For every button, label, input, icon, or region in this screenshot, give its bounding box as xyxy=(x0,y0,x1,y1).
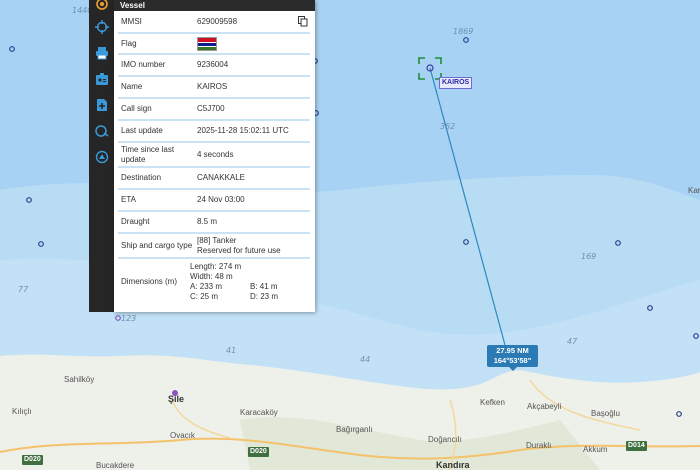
depth-label: 352 xyxy=(440,122,456,131)
ship-type-desc: Reserved for future use xyxy=(197,245,281,255)
info-row-time-since: Time since last update 4 seconds xyxy=(118,143,310,168)
info-row-imo: IMO number 9236004 xyxy=(118,55,310,77)
info-row-draught: Draught 8.5 m xyxy=(118,212,310,234)
depth-label: 1869 xyxy=(453,27,474,36)
place-label: Şile xyxy=(168,394,185,404)
row-key: ETA xyxy=(121,195,136,204)
depth-label: 169 xyxy=(581,252,597,261)
row-key: Call sign xyxy=(121,104,152,113)
panel-title: Vessel xyxy=(114,0,315,11)
row-value: CANAKKALE xyxy=(197,173,246,182)
place-label: Doğancılı xyxy=(428,435,462,444)
place-label: Kandıra xyxy=(436,460,470,470)
place-label: Başoğlu xyxy=(591,409,620,418)
info-row-name: Name KAIROS xyxy=(118,77,310,99)
depth-label: 44 xyxy=(360,355,371,364)
road-shield: D020 xyxy=(248,447,269,457)
depth-label: 77 xyxy=(18,285,29,294)
row-value: 629009598 xyxy=(197,16,238,26)
route-icon[interactable] xyxy=(89,118,114,144)
depth-label: 123 xyxy=(121,314,137,323)
info-row-callsign: Call sign C5J700 xyxy=(118,99,310,121)
info-row-dimensions: Dimensions (m) Length: 274 m Width: 48 m… xyxy=(118,259,310,305)
vessel-toolbar xyxy=(89,0,114,312)
printer-icon[interactable] xyxy=(89,40,114,66)
vessel-info-panel: Vessel MMSI 629009598 Flag IMO number 92… xyxy=(114,0,315,312)
place-label: Akçabeyli xyxy=(527,402,562,411)
id-card-icon[interactable] xyxy=(89,66,114,92)
dim-width: Width: 48 m xyxy=(190,272,233,281)
place-label: Kar xyxy=(688,186,700,195)
vessel-map-label[interactable]: KAIROS xyxy=(439,77,473,89)
depth-label: 47 xyxy=(567,337,578,346)
info-row-ship-type: Ship and cargo type [88] Tanker Reserved… xyxy=(118,234,310,259)
row-key: Flag xyxy=(121,38,137,48)
place-label: Kefken xyxy=(480,398,505,407)
road-shield: D014 xyxy=(626,441,647,451)
dim-a: A: 233 m xyxy=(190,282,223,291)
info-row-mmsi: MMSI 629009598 xyxy=(118,11,310,34)
place-label: Karacaköy xyxy=(240,408,278,417)
row-key: Last update xyxy=(121,126,163,135)
row-value: 8.5 m xyxy=(197,217,218,226)
target-icon[interactable] xyxy=(89,0,114,12)
distance-value: 27.95 NM xyxy=(496,346,529,355)
depth-label: 41 xyxy=(226,346,237,355)
row-key: Ship and cargo type xyxy=(121,240,193,250)
info-row-flag: Flag xyxy=(118,34,310,55)
info-row-last-update: Last update 2025-11-28 15:02:11 UTC xyxy=(118,121,310,143)
place-label: Sahilköy xyxy=(64,375,95,384)
flag-image xyxy=(197,36,217,51)
row-value: 4 seconds xyxy=(197,149,234,159)
place-label: Duraklı xyxy=(526,441,552,450)
row-key: Draught xyxy=(121,217,150,226)
dim-c: C: 25 m xyxy=(190,292,219,301)
row-value: KAIROS xyxy=(197,82,228,91)
place-label: Kılıçlı xyxy=(12,407,32,416)
row-key: Time since last update xyxy=(121,144,175,164)
ship-type-code: [88] Tanker xyxy=(197,235,237,245)
triangle-up-icon[interactable] xyxy=(89,144,114,170)
dim-length: Length: 274 m xyxy=(190,262,242,271)
road-shield: D020 xyxy=(22,455,43,465)
row-key: MMSI xyxy=(121,16,142,26)
crosshair-icon[interactable] xyxy=(89,14,114,40)
row-key: Name xyxy=(121,82,143,91)
row-value: 2025-11-28 15:02:11 UTC xyxy=(197,126,289,135)
row-key: Dimensions (m) xyxy=(121,277,178,286)
distance-bearing-tooltip: 27.95 NM 164°53'58" xyxy=(487,345,538,371)
row-key: Destination xyxy=(121,173,162,182)
place-label: Bağırganlı xyxy=(336,425,373,434)
dim-d: D: 23 m xyxy=(250,292,279,301)
row-value: 9236004 xyxy=(197,60,229,69)
bearing-value: 164°53'58" xyxy=(493,356,532,365)
info-row-eta: ETA 24 Nov 03:00 xyxy=(118,190,310,212)
row-value: C5J700 xyxy=(197,104,225,113)
add-document-icon[interactable] xyxy=(89,92,114,118)
row-key: IMO number xyxy=(121,60,166,69)
info-row-destination: Destination CANAKKALE xyxy=(118,168,310,190)
copy-icon[interactable] xyxy=(298,15,308,27)
place-label: Ovacık xyxy=(170,431,195,440)
place-label: Akkum xyxy=(583,445,608,454)
place-label: Bucakdere xyxy=(96,461,135,470)
dim-b: B: 41 m xyxy=(250,282,278,291)
row-value: 24 Nov 03:00 xyxy=(197,195,245,204)
